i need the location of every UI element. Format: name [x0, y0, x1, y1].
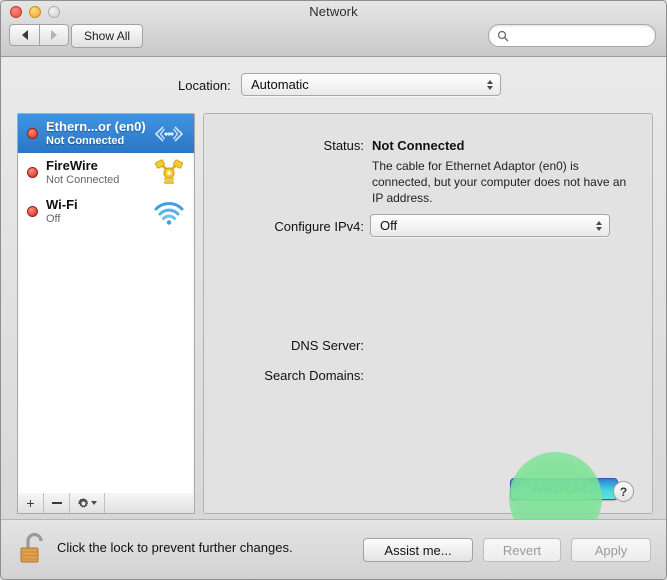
navigation-buttons — [9, 24, 69, 46]
search-icon — [497, 30, 509, 41]
help-button[interactable]: ? — [613, 481, 634, 502]
forward-button[interactable] — [39, 24, 69, 46]
sidebar-item-status: Not Connected — [46, 135, 125, 148]
show-all-label: Show All — [84, 29, 131, 43]
status-indicator-red — [27, 128, 38, 139]
remove-service-button[interactable] — [44, 493, 70, 513]
sidebar-item-wifi[interactable]: Wi-Fi Off — [18, 192, 194, 231]
sidebar-item-status: Off — [46, 213, 61, 226]
configure-ipv4-value: Off — [380, 218, 398, 233]
sidebar-item-ethernet[interactable]: Ethern...or (en0) Not Connected — [18, 114, 194, 153]
revert-label: Revert — [502, 542, 542, 558]
location-label: Location: — [178, 78, 231, 93]
advanced-label: Advanced... — [532, 482, 596, 496]
revert-button[interactable]: Revert — [483, 538, 561, 562]
wifi-icon — [154, 201, 184, 225]
status-label: Status: — [323, 138, 364, 153]
chevron-down-icon — [91, 501, 97, 505]
footer-bar: Click the lock to prevent further change… — [1, 519, 666, 579]
toolbar-filler — [105, 493, 194, 513]
network-preferences-window: Network Show All Location: Automatic Eth… — [0, 0, 667, 580]
sidebar-item-label: Wi-Fi — [46, 196, 78, 212]
window-title: Network — [309, 4, 358, 19]
firewire-icon — [155, 158, 183, 184]
sidebar-item-firewire[interactable]: FireWire Not Connected — [18, 153, 194, 192]
ethernet-icon — [155, 125, 183, 142]
configure-ipv4-popup-button[interactable]: Off — [370, 214, 610, 237]
location-value: Automatic — [251, 77, 309, 92]
assist-me-label: Assist me... — [384, 542, 452, 558]
plus-icon: + — [26, 495, 35, 511]
title-bar: Network Show All — [1, 1, 666, 57]
search-input[interactable] — [513, 27, 633, 44]
apply-button[interactable]: Apply — [571, 538, 651, 562]
search-domains-label: Search Domains: — [264, 368, 364, 383]
sidebar-item-status: Not Connected — [46, 174, 120, 187]
search-field[interactable] — [488, 24, 656, 47]
service-detail-panel: Status: Not Connected The cable for Ethe… — [203, 113, 653, 514]
configure-ipv4-label: Configure IPv4: — [274, 219, 364, 234]
service-actions-button[interactable] — [70, 493, 105, 513]
chevron-updown-icon — [596, 220, 602, 231]
back-button[interactable] — [9, 24, 39, 46]
gear-icon — [78, 497, 89, 508]
status-description: The cable for Ethernet Adaptor (en0) is … — [372, 159, 627, 205]
location-row: Location: Automatic — [1, 73, 666, 99]
sidebar-item-label: Ethern...or (en0) — [46, 118, 146, 134]
network-services-list[interactable]: Ethern...or (en0) Not Connected FireWire… — [17, 113, 195, 513]
location-popup-button[interactable]: Automatic — [241, 73, 501, 96]
sidebar-item-label: FireWire — [46, 157, 98, 173]
dns-server-label: DNS Server: — [291, 338, 364, 353]
minus-icon — [51, 502, 62, 504]
back-arrow-icon — [21, 30, 28, 40]
apply-label: Apply — [594, 542, 628, 558]
services-toolbar: + — [17, 493, 195, 514]
add-service-button[interactable]: + — [18, 493, 44, 513]
forward-arrow-icon — [51, 30, 57, 40]
assist-me-button[interactable]: Assist me... — [363, 538, 473, 562]
status-indicator-red — [27, 206, 38, 217]
advanced-button[interactable]: Advanced... — [510, 478, 618, 500]
unlocked-padlock-icon — [20, 532, 43, 563]
status-value: Not Connected — [372, 138, 465, 153]
lock-message: Click the lock to prevent further change… — [57, 540, 293, 555]
chevron-updown-icon — [487, 79, 493, 90]
question-mark-icon: ? — [619, 484, 628, 499]
show-all-button[interactable]: Show All — [71, 24, 144, 48]
lock-button[interactable] — [17, 528, 51, 566]
status-indicator-red — [27, 167, 38, 178]
